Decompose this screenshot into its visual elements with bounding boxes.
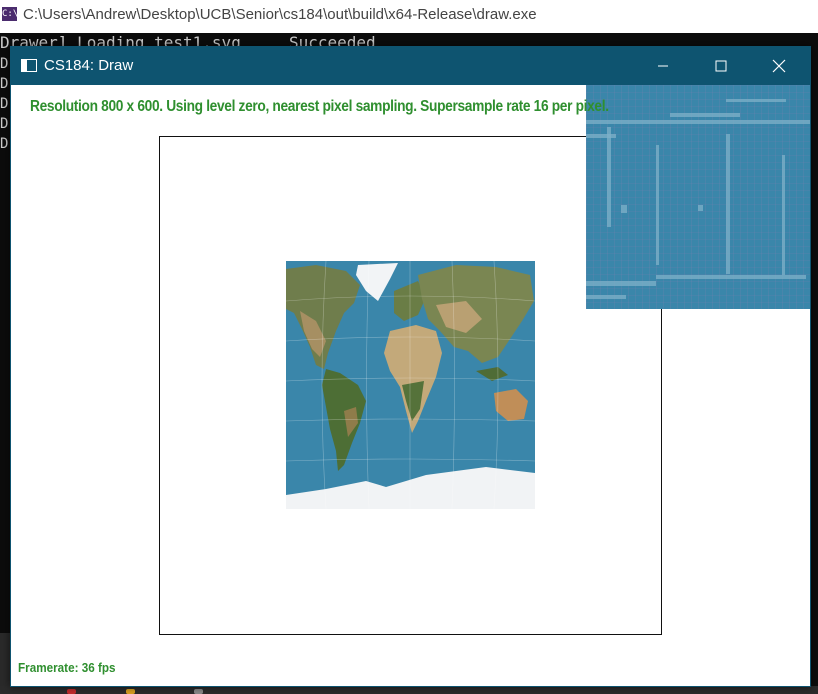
framerate-text: Framerate: 36 fps — [18, 660, 116, 675]
app-window-icon — [21, 59, 37, 72]
taskbar-strip — [0, 686, 818, 694]
error-icon[interactable] — [67, 689, 76, 694]
render-canvas[interactable]: Resolution 800 x 600. Using level zero, … — [11, 85, 810, 686]
close-icon — [772, 59, 786, 72]
console-log-line: D — [0, 56, 9, 72]
console-title-bar: C:\ C:\Users\Andrew\Desktop\UCB\Senior\c… — [0, 0, 818, 33]
minimize-button[interactable] — [634, 46, 692, 85]
app-window-title: CS184: Draw — [44, 57, 134, 74]
warning-icon[interactable] — [126, 689, 135, 694]
minimize-icon — [658, 65, 668, 66]
close-button[interactable] — [750, 46, 808, 85]
maximize-button[interactable] — [692, 46, 750, 85]
world-map-image — [286, 261, 535, 509]
console-log-line: D — [0, 116, 9, 132]
app-title-bar[interactable]: CS184: Draw — [10, 46, 811, 85]
console-app-icon: C:\ — [2, 7, 19, 21]
console-log-line: D — [0, 96, 9, 112]
info-icon[interactable] — [194, 689, 203, 694]
draw-app-window: CS184: Draw Resolution 800 x 600. Using … — [10, 46, 811, 687]
console-window-title: C:\Users\Andrew\Desktop\UCB\Senior\cs184… — [23, 6, 537, 23]
zoom-inset-view — [586, 85, 810, 309]
console-log-line: D — [0, 136, 9, 152]
console-scroll-area — [0, 633, 10, 694]
maximize-icon — [715, 60, 727, 71]
console-log-line: D — [0, 76, 9, 92]
status-text: Resolution 800 x 600. Using level zero, … — [30, 98, 609, 115]
